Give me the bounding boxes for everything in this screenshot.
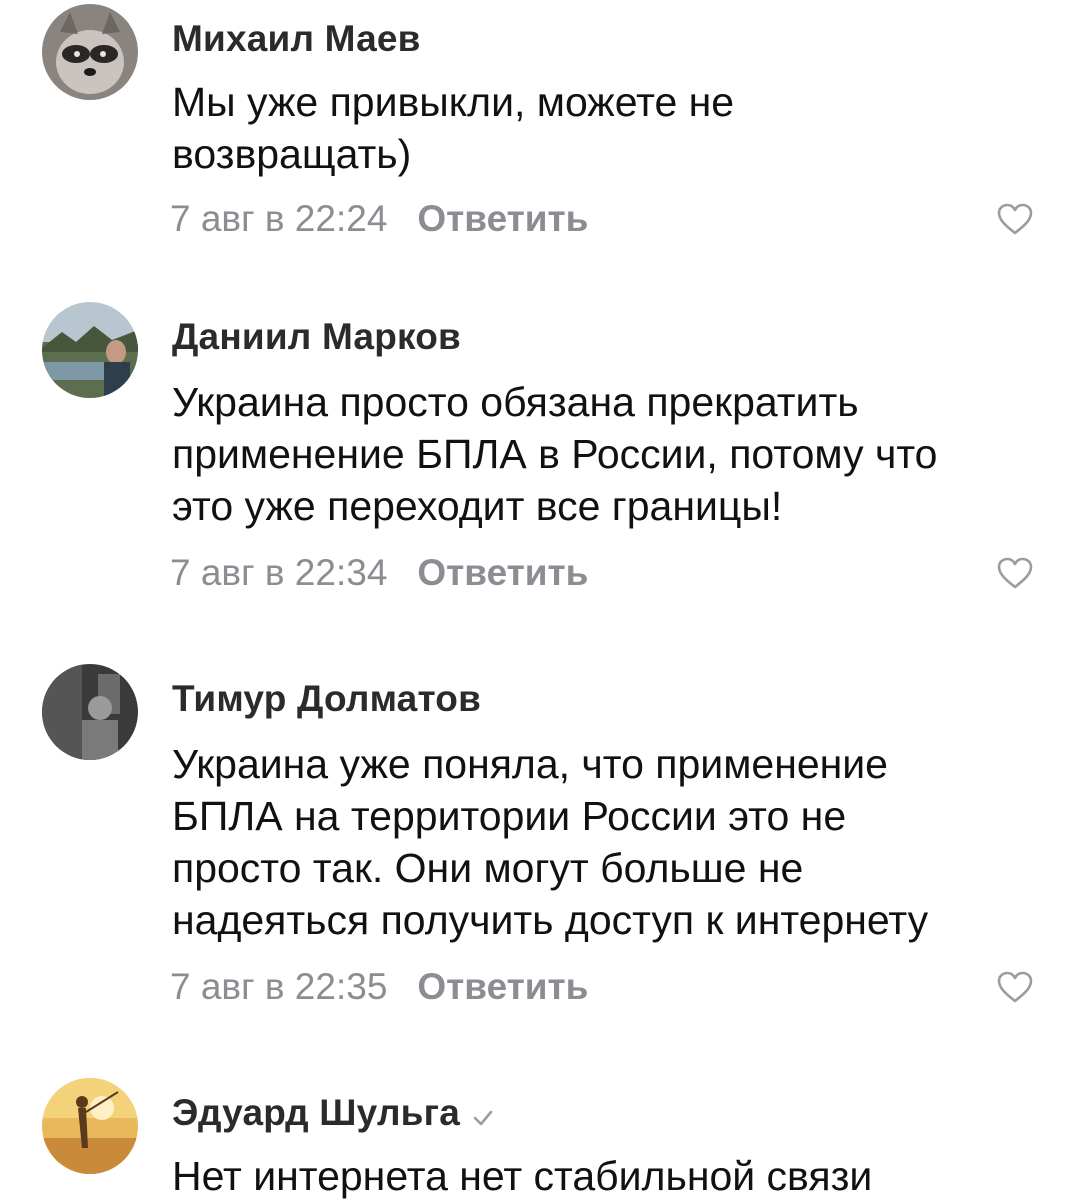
verified-checkmark-icon (472, 1094, 494, 1136)
avatar[interactable] (42, 664, 138, 760)
comment-author[interactable]: Эдуард Шульга (172, 1092, 494, 1136)
comment-author[interactable]: Михаил Маев (172, 18, 421, 60)
like-button[interactable] (996, 202, 1034, 236)
avatar[interactable] (42, 4, 138, 100)
avatar[interactable] (42, 302, 138, 398)
comment-time: 7 авг в 22:24 (170, 198, 388, 239)
comment-meta: 7 авг в 22:24 Ответить (170, 198, 588, 240)
comment-meta: 7 авг в 22:35 Ответить (170, 966, 588, 1008)
avatar-sunset-image (42, 1078, 138, 1174)
avatar-landscape-image (42, 302, 138, 398)
comment-author[interactable]: Тимур Долматов (172, 678, 481, 720)
comment-time: 7 авг в 22:35 (170, 966, 388, 1007)
comment-text: Нет интернета нет стабильной связи (172, 1153, 873, 1199)
heart-icon (997, 971, 1033, 1003)
avatar[interactable] (42, 1078, 138, 1174)
reply-button[interactable]: Ответить (417, 552, 588, 594)
like-button[interactable] (996, 556, 1034, 590)
like-button[interactable] (996, 970, 1034, 1004)
comment-time: 7 авг в 22:34 (170, 552, 388, 593)
comments-list: Михаил Маев Мы уже привыкли, можете не в… (0, 0, 1078, 1200)
reply-button[interactable]: Ответить (417, 198, 588, 240)
avatar-raccoon-image (42, 4, 138, 100)
comment-meta: 7 авг в 22:34 Ответить (170, 552, 588, 594)
comment-text: Мы уже привыкли, можете не возвращать) (172, 79, 735, 177)
heart-icon (997, 203, 1033, 235)
avatar-dark-photo-image (42, 664, 138, 760)
reply-button[interactable]: Ответить (417, 966, 588, 1008)
comment-author-name: Эдуард Шульга (172, 1092, 460, 1133)
heart-icon (997, 557, 1033, 589)
comment-text: Украина уже поняла, что применение БПЛА … (172, 741, 929, 943)
comment-author[interactable]: Даниил Марков (172, 316, 461, 358)
comment-text: Украина просто обязана прекратить примен… (172, 379, 938, 529)
